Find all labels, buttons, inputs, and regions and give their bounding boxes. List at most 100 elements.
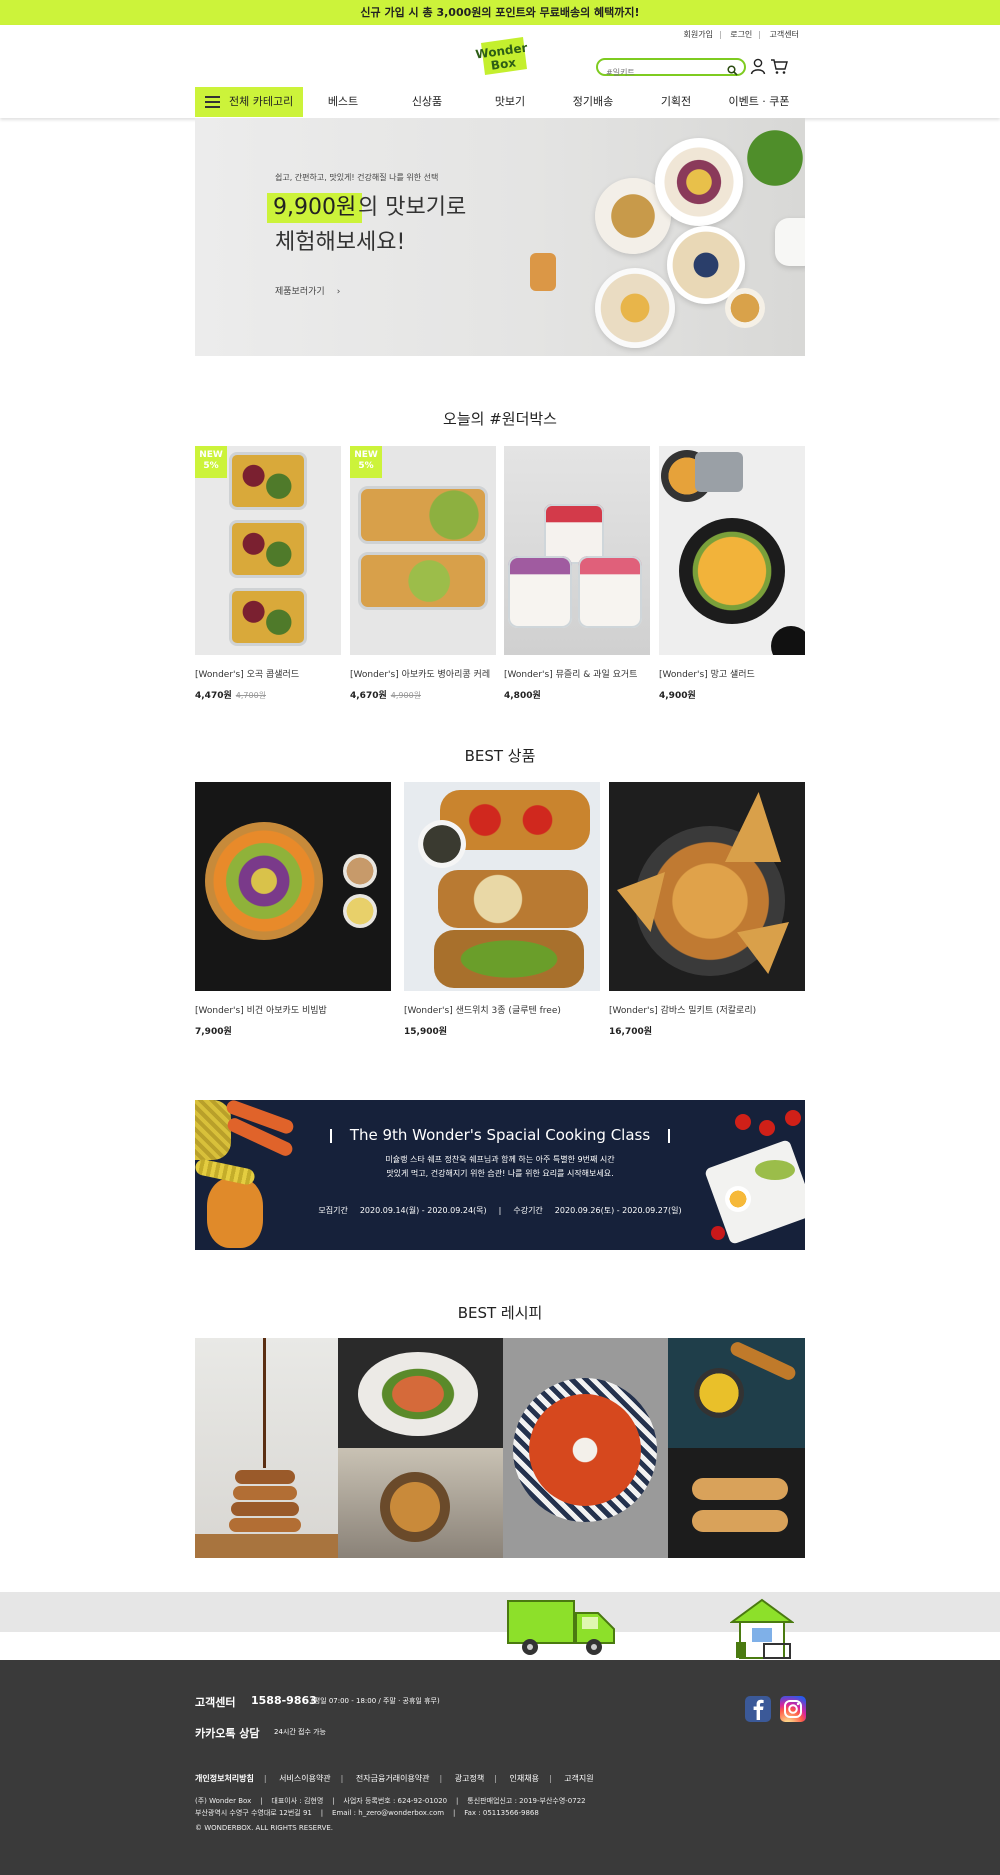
nav-new[interactable]: 신상품 xyxy=(387,87,467,117)
footer-link-careers[interactable]: 인재채용 xyxy=(509,1774,538,1783)
wonderbox-logo[interactable]: Wonder Box xyxy=(475,35,529,77)
hero-banner[interactable]: 쉽고, 간편하고, 맛있게! 건강해질 나를 위한 선택 9,900원 의 맛보… xyxy=(195,118,805,356)
logo-mark: Wonder Box xyxy=(475,37,528,75)
cooking-class-banner[interactable]: The 9th Wonder's Spacial Cooking Class 미… xyxy=(195,1100,805,1250)
footer-cs-label: 고객센터 xyxy=(195,1696,236,1709)
product-name[interactable]: [Wonder's] 샌드위치 3종 (글루텐 free) xyxy=(404,1003,600,1016)
all-category-label: 전체 카테고리 xyxy=(229,95,294,108)
best-section-title: BEST 상품 xyxy=(464,747,536,765)
product-name[interactable]: [Wonder's] 비건 아보카도 비빔밥 xyxy=(195,1003,391,1016)
separator: | xyxy=(498,1206,502,1215)
footer-link-efinance[interactable]: 전자금융거래이용약관 xyxy=(356,1774,430,1783)
all-category-button[interactable]: 전체 카테고리 xyxy=(195,87,303,117)
best-product-card[interactable]: [Wonder's] 샌드위치 3종 (글루텐 free) 15,900원 xyxy=(404,782,600,1037)
footer-kakao-label[interactable]: 카카오톡 상담 xyxy=(195,1725,260,1741)
delivery-truck-icon xyxy=(506,1597,618,1663)
login-link[interactable]: 로그인 xyxy=(730,30,752,39)
new-badge: NEW 5% xyxy=(195,446,227,478)
house-icon xyxy=(728,1598,796,1664)
footer-link-support[interactable]: 고객지원 xyxy=(564,1774,593,1783)
product-image[interactable] xyxy=(195,782,391,991)
hero-subtitle: 쉽고, 간편하고, 맛있게! 건강해질 나를 위한 선택 xyxy=(275,173,439,182)
cooking-class-title-row: The 9th Wonder's Spacial Cooking Class xyxy=(195,1126,805,1144)
nav-exhibition[interactable]: 기획전 xyxy=(636,87,716,117)
facebook-icon[interactable] xyxy=(745,1696,771,1722)
product-price: 15,900원 xyxy=(404,1027,448,1037)
product-name[interactable]: [Wonder's] 아보카도 병아리콩 커레 xyxy=(350,667,496,680)
footer-link-privacy[interactable]: 개인정보처리방침 xyxy=(195,1774,254,1783)
recipe-image[interactable] xyxy=(195,1338,338,1558)
today-section-title: 오늘의 #원더박스 xyxy=(443,410,557,428)
footer-phone[interactable]: 1588-9863 xyxy=(251,1694,317,1707)
footer-links: 개인정보처리방침 | 서비스이용약관 | 전자금융거래이용약관 | 광고정책 | 인재채… xyxy=(195,1774,594,1783)
product-name[interactable]: [Wonder's] 망고 샐러드 xyxy=(659,667,805,680)
footer-copyright: © WONDERBOX. ALL RIGHTS RESERVE. xyxy=(195,1824,334,1832)
original-price: 4,700원 xyxy=(235,691,267,700)
new-badge: NEW 5% xyxy=(350,446,382,478)
product-image[interactable] xyxy=(609,782,805,991)
recipe-image[interactable] xyxy=(503,1338,668,1558)
product-image[interactable] xyxy=(659,446,805,655)
product-price: 16,700원 xyxy=(609,1027,653,1037)
chevron-right-icon: › xyxy=(336,287,341,297)
hero-cta-label: 제품보러가기 xyxy=(275,287,325,297)
join-link[interactable]: 회원가입 xyxy=(684,30,713,39)
best-product-card[interactable]: [Wonder's] 비건 아보카도 비빔밥 7,900원 xyxy=(195,782,391,1037)
cooking-class-desc2: 맛있게 먹고, 건강해지기 위한 습관! 나를 위한 요리를 시작해보세요. xyxy=(386,1169,614,1178)
product-card[interactable]: NEW 5% [Wonder's] 오곡 콥샐러드 4,470원 4,700원 xyxy=(195,446,341,701)
product-image[interactable] xyxy=(504,446,650,655)
hero-line1: 의 맛보기로 xyxy=(358,195,467,220)
recruit-period: 2020.09.14(월) - 2020.09.24(목) xyxy=(359,1206,487,1215)
product-card[interactable]: NEW 5% [Wonder's] 아보카도 병아리콩 커레 4,670원 4,90… xyxy=(350,446,496,701)
site-header: 회원가입 | 로그인 | 고객센터 Wonder Box 전체 카테고리 베스트 신… xyxy=(0,25,1000,118)
footer-company-info: (주) Wonder Box | 대표이사 : 김현명 | 사업자 등록번호 :… xyxy=(195,1797,586,1805)
product-price: 4,800원 xyxy=(504,691,541,701)
product-image[interactable]: NEW 5% xyxy=(195,446,341,655)
cart-icon[interactable] xyxy=(770,58,788,79)
recipe-image[interactable] xyxy=(668,1338,805,1448)
nav-taste[interactable]: 맛보기 xyxy=(470,87,550,117)
footer-hours: (평일 07:00 - 18:00 / 주말 · 공휴일 휴무) xyxy=(311,1697,440,1705)
recipe-gallery xyxy=(195,1338,805,1558)
best-product-card[interactable]: [Wonder's] 감바스 밀키트 (저칼로리) 16,700원 xyxy=(609,782,805,1037)
nav-subscription[interactable]: 정기배송 xyxy=(553,87,633,117)
product-price: 4,470원 4,700원 xyxy=(195,691,267,701)
cooking-class-desc1: 미슐랭 스타 쉐프 정찬욱 쉐프님과 함께 하는 아주 특별한 9번째 시간 xyxy=(385,1155,615,1164)
footer-kakao-hours: 24시간 접수 가능 xyxy=(274,1728,326,1736)
hero-cta-link[interactable]: 제품보러가기 › xyxy=(275,284,340,297)
promo-bar[interactable]: 신규 가입 시 총 3,000원의 포인트와 무료배송의 혜택까지! xyxy=(0,0,1000,25)
recipe-image[interactable] xyxy=(668,1448,805,1558)
cooking-class-title: The 9th Wonder's Spacial Cooking Class xyxy=(349,1126,651,1144)
product-name[interactable]: [Wonder's] 감바스 밀키트 (저칼로리) xyxy=(609,1003,805,1016)
nav-event-coupon[interactable]: 이벤트 · 쿠폰 xyxy=(719,87,799,117)
title-bar-right xyxy=(668,1128,671,1143)
original-price: 4,900원 xyxy=(390,691,422,700)
product-image[interactable] xyxy=(404,782,600,991)
nav-best[interactable]: 베스트 xyxy=(303,87,383,117)
footer-link-ads[interactable]: 광고정책 xyxy=(455,1774,484,1783)
instagram-icon[interactable] xyxy=(780,1696,806,1722)
recipe-image[interactable] xyxy=(338,1338,503,1448)
search-input[interactable] xyxy=(606,65,726,80)
utility-links: 회원가입 | 로그인 | 고객센터 xyxy=(678,29,806,40)
main-nav: 전체 카테고리 베스트 신상품 맛보기 정기배송 기획전 이벤트 · 쿠폰 xyxy=(195,87,805,117)
footer-address-info: 부산광역시 수영구 수영대로 12번길 91 | Email : h_zero@… xyxy=(195,1809,539,1817)
user-icon[interactable] xyxy=(750,58,766,79)
search-icon[interactable] xyxy=(727,61,738,80)
recruit-label: 모집기간 xyxy=(318,1206,348,1215)
product-card[interactable]: [Wonder's] 뮤즐리 & 과일 요거트 4,800원 xyxy=(504,446,650,701)
recipe-image[interactable] xyxy=(338,1448,503,1558)
recipes-section-title: BEST 레시피 xyxy=(457,1304,543,1322)
search-box xyxy=(596,58,746,80)
site-footer: 고객센터 1588-9863 (평일 07:00 - 18:00 / 주말 · … xyxy=(0,1660,1000,1875)
product-card[interactable]: [Wonder's] 망고 샐러드 4,900원 xyxy=(659,446,805,701)
product-price: 4,670원 4,900원 xyxy=(350,691,422,701)
product-name[interactable]: [Wonder's] 뮤즐리 & 과일 요거트 xyxy=(504,667,650,680)
footer-link-terms[interactable]: 서비스이용약관 xyxy=(279,1774,331,1783)
hero-line2: 체험해보세요! xyxy=(275,230,406,255)
product-image[interactable]: NEW 5% xyxy=(350,446,496,655)
class-period: 2020.09.26(토) - 2020.09.27(일) xyxy=(554,1206,682,1215)
product-name[interactable]: [Wonder's] 오곡 콥샐러드 xyxy=(195,667,341,680)
customer-center-link[interactable]: 고객센터 xyxy=(770,30,799,39)
separator: | xyxy=(758,30,761,39)
